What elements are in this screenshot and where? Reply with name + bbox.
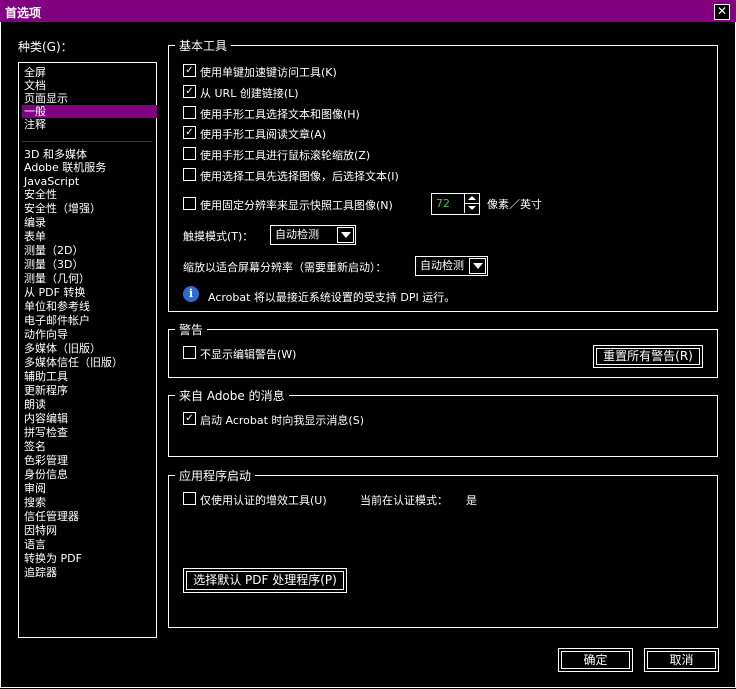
basic-tool-checkbox[interactable]: [183, 168, 196, 181]
basic-tool-label: 使用选择工具先选择图像，后选择文本(I): [200, 170, 399, 183]
category-item[interactable]: 追踪器: [22, 566, 157, 579]
category-item[interactable]: 审阅: [22, 482, 157, 495]
category-item[interactable]: JavaScript: [22, 175, 157, 188]
category-item[interactable]: 内容编辑: [22, 412, 157, 425]
touch-mode-value: 自动检测: [275, 228, 319, 241]
adobe-messages-legend: 来自 Adobe 的消息: [175, 387, 289, 404]
basic-tool-label: 使用固定分辨率来显示快照工具图像(N): [200, 199, 393, 212]
basic-tool-checkbox[interactable]: ✓: [183, 85, 196, 98]
category-item[interactable]: 从 PDF 转换: [22, 286, 157, 299]
show-messages-label: 启动 Acrobat 时向我显示消息(S): [200, 414, 364, 427]
no-edit-warning-label: 不显示编辑警告(W): [200, 348, 297, 361]
category-item[interactable]: 辅助工具: [22, 370, 157, 383]
ok-button[interactable]: 确定: [558, 648, 633, 672]
basic-tool-checkbox[interactable]: ✓: [183, 126, 196, 139]
certified-plugins-checkbox[interactable]: [183, 492, 196, 505]
category-label: 种类(G)：: [18, 40, 73, 54]
basic-tool-label: 从 URL 创建链接(L): [200, 87, 299, 100]
basic-tool-label: 使用单键加速键访问工具(K): [200, 66, 337, 79]
category-item[interactable]: 动作向导: [22, 328, 157, 341]
category-item[interactable]: 安全性（增强）: [22, 202, 157, 215]
basic-tools-legend: 基本工具: [175, 37, 232, 54]
category-item[interactable]: 色彩管理: [22, 454, 157, 467]
basic-tool-label: 使用手形工具选择文本和图像(H): [200, 108, 360, 121]
resolution-value: 72: [436, 197, 450, 210]
category-item[interactable]: 更新程序: [22, 384, 157, 397]
cert-mode-value: 是: [466, 494, 477, 507]
basic-tool-checkbox[interactable]: [183, 106, 196, 119]
category-item[interactable]: 页面显示: [22, 92, 157, 105]
category-item[interactable]: 全屏: [22, 66, 157, 79]
chevron-down-icon[interactable]: [469, 258, 486, 274]
category-item[interactable]: 签名: [22, 440, 157, 453]
resolution-unit: 像素／英寸: [487, 198, 542, 211]
stepper-up-icon[interactable]: [464, 194, 479, 204]
category-item[interactable]: Adobe 联机服务: [22, 161, 157, 174]
show-messages-checkbox[interactable]: ✓: [183, 412, 196, 425]
category-item[interactable]: 单位和参考线: [22, 300, 157, 313]
category-item[interactable]: 搜索: [22, 496, 157, 509]
info-text: Acrobat 将以最接近系统设置的受支持 DPI 运行。: [208, 291, 456, 304]
category-item[interactable]: 多媒体（旧版）: [22, 342, 157, 355]
category-item[interactable]: 朗读: [22, 398, 157, 411]
app-startup-legend: 应用程序启动: [175, 467, 256, 484]
category-item[interactable]: 测量（2D）: [22, 244, 157, 257]
category-item[interactable]: 身份信息: [22, 468, 157, 481]
no-edit-warning-checkbox[interactable]: [183, 346, 196, 359]
category-item[interactable]: 电子邮件帐户: [22, 314, 157, 327]
scale-value: 自动检测: [420, 259, 464, 272]
chevron-down-icon[interactable]: [337, 227, 354, 243]
category-item[interactable]: 信任管理器: [22, 510, 157, 523]
category-item[interactable]: 3D 和多媒体: [22, 148, 157, 161]
category-item[interactable]: 安全性: [22, 188, 157, 201]
basic-tool-checkbox[interactable]: [183, 147, 196, 160]
cancel-button[interactable]: 取消: [644, 648, 719, 672]
title-bar: 首选项 ✕: [0, 0, 736, 22]
category-item[interactable]: 一般: [22, 105, 157, 118]
warnings-legend: 警告: [175, 321, 208, 338]
touch-mode-label: 触摸模式(T)：: [183, 230, 254, 243]
info-icon: i: [183, 286, 199, 302]
category-item[interactable]: 编录: [22, 216, 157, 229]
certified-plugins-label: 仅使用认证的增效工具(U): [200, 494, 327, 507]
category-item[interactable]: 表单: [22, 230, 157, 243]
category-item[interactable]: 因特网: [22, 524, 157, 537]
category-item[interactable]: 测量（3D）: [22, 258, 157, 271]
category-item[interactable]: 转换为 PDF: [22, 552, 157, 565]
category-list[interactable]: 全屏 文档 页面显示 一般 注释 3D 和多媒体 Adobe 联机服务 JavaScript 安…: [18, 62, 157, 638]
stepper-down-icon[interactable]: [464, 204, 479, 213]
category-item[interactable]: 测量（几何）: [22, 272, 157, 285]
reset-warnings-button[interactable]: 重置所有警告(R): [593, 345, 703, 368]
category-divider: [22, 141, 152, 142]
scale-select[interactable]: 自动检测: [415, 256, 488, 276]
basic-tool-label: 使用手形工具阅读文章(A): [200, 128, 327, 141]
basic-tool-label: 使用手形工具进行鼠标滚轮缩放(Z): [200, 149, 371, 162]
category-item[interactable]: 文档: [22, 79, 157, 92]
basic-tool-checkbox[interactable]: ✓: [183, 64, 196, 77]
category-item[interactable]: 注释: [22, 118, 157, 131]
category-item[interactable]: 语言: [22, 538, 157, 551]
close-icon[interactable]: ✕: [714, 4, 730, 20]
touch-mode-select[interactable]: 自动检测: [270, 225, 356, 245]
basic-tool-checkbox[interactable]: [183, 197, 196, 210]
window-title: 首选项: [5, 6, 42, 20]
scale-label: 缩放以适合屏幕分辨率（需要重新启动）：: [183, 261, 387, 274]
resolution-stepper[interactable]: 72: [431, 193, 480, 215]
category-item[interactable]: 拼写检查: [22, 426, 157, 439]
category-item[interactable]: 多媒体信任（旧版）: [22, 356, 157, 369]
default-pdf-handler-button[interactable]: 选择默认 PDF 处理程序(P): [183, 568, 347, 593]
cert-mode-label: 当前在认证模式：: [360, 494, 448, 507]
